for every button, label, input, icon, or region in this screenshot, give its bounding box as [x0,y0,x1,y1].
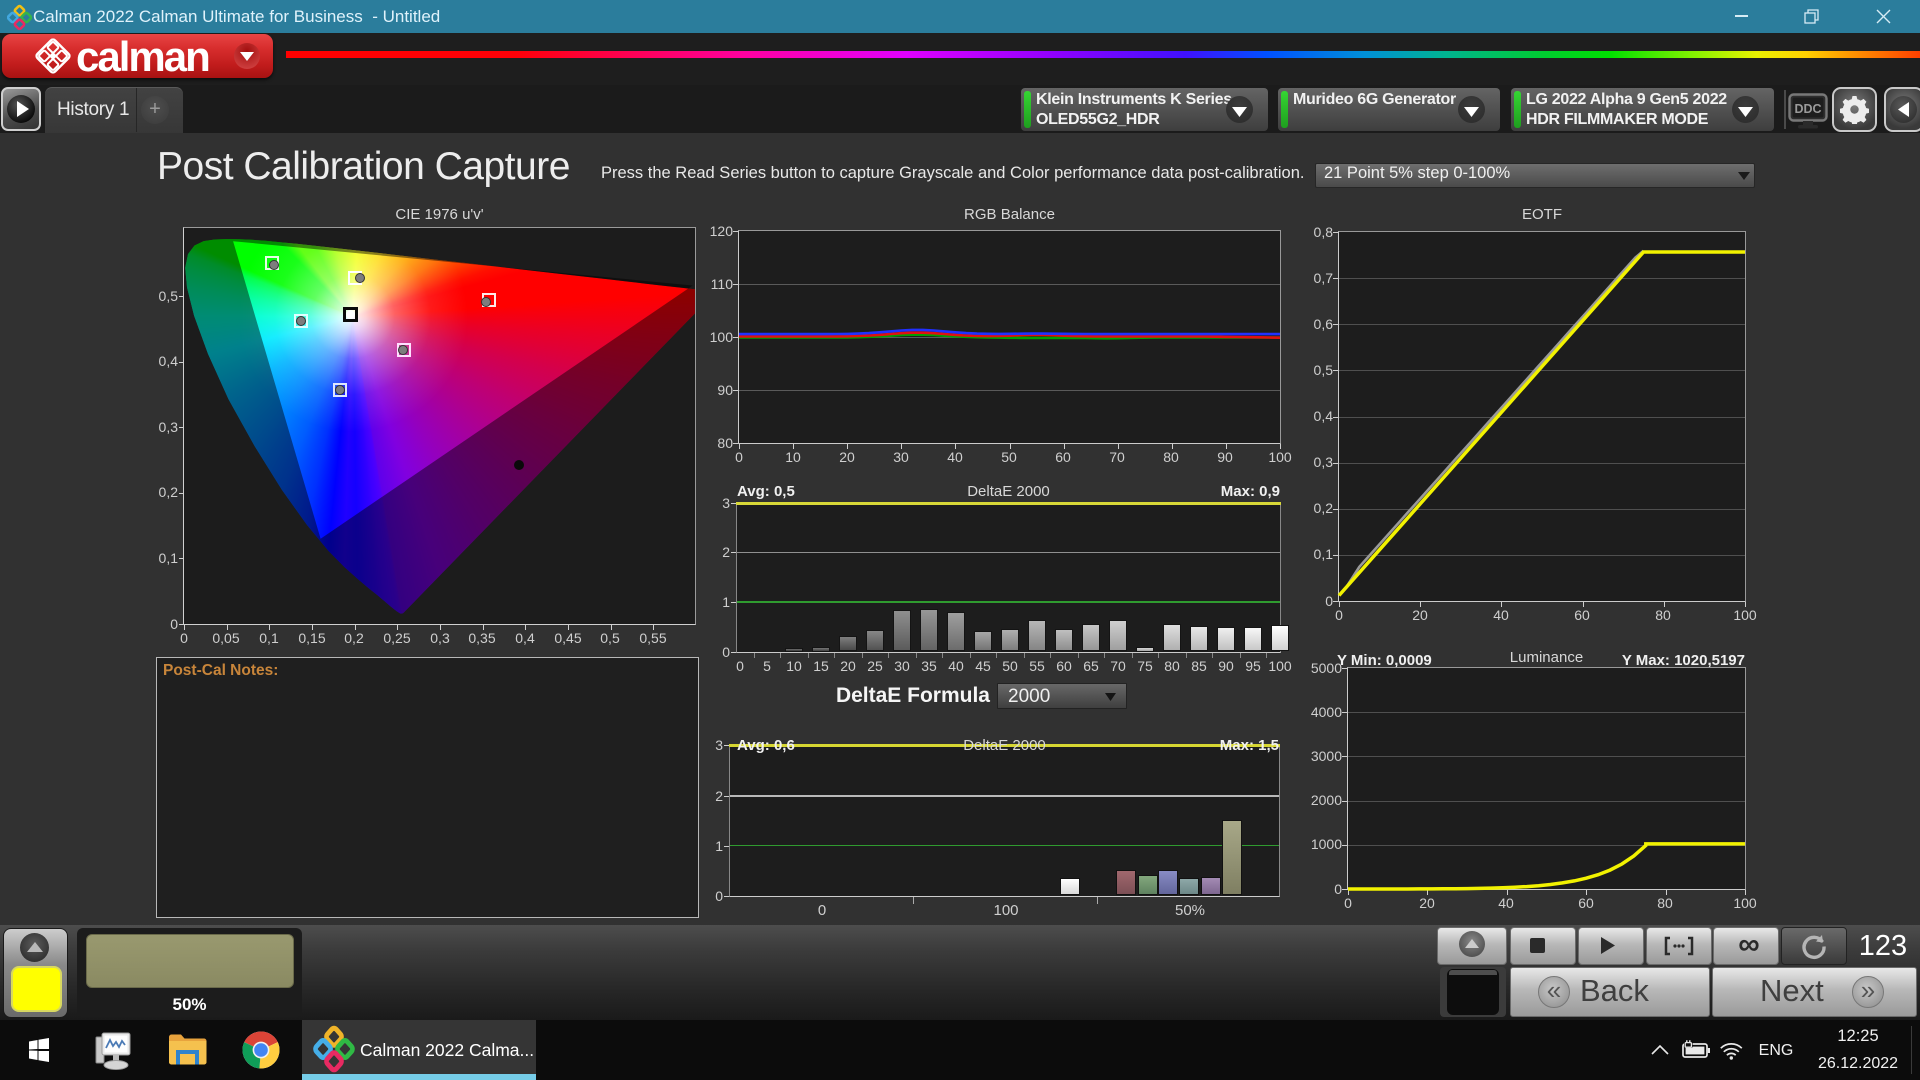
svg-text:DDC: DDC [1794,102,1821,116]
